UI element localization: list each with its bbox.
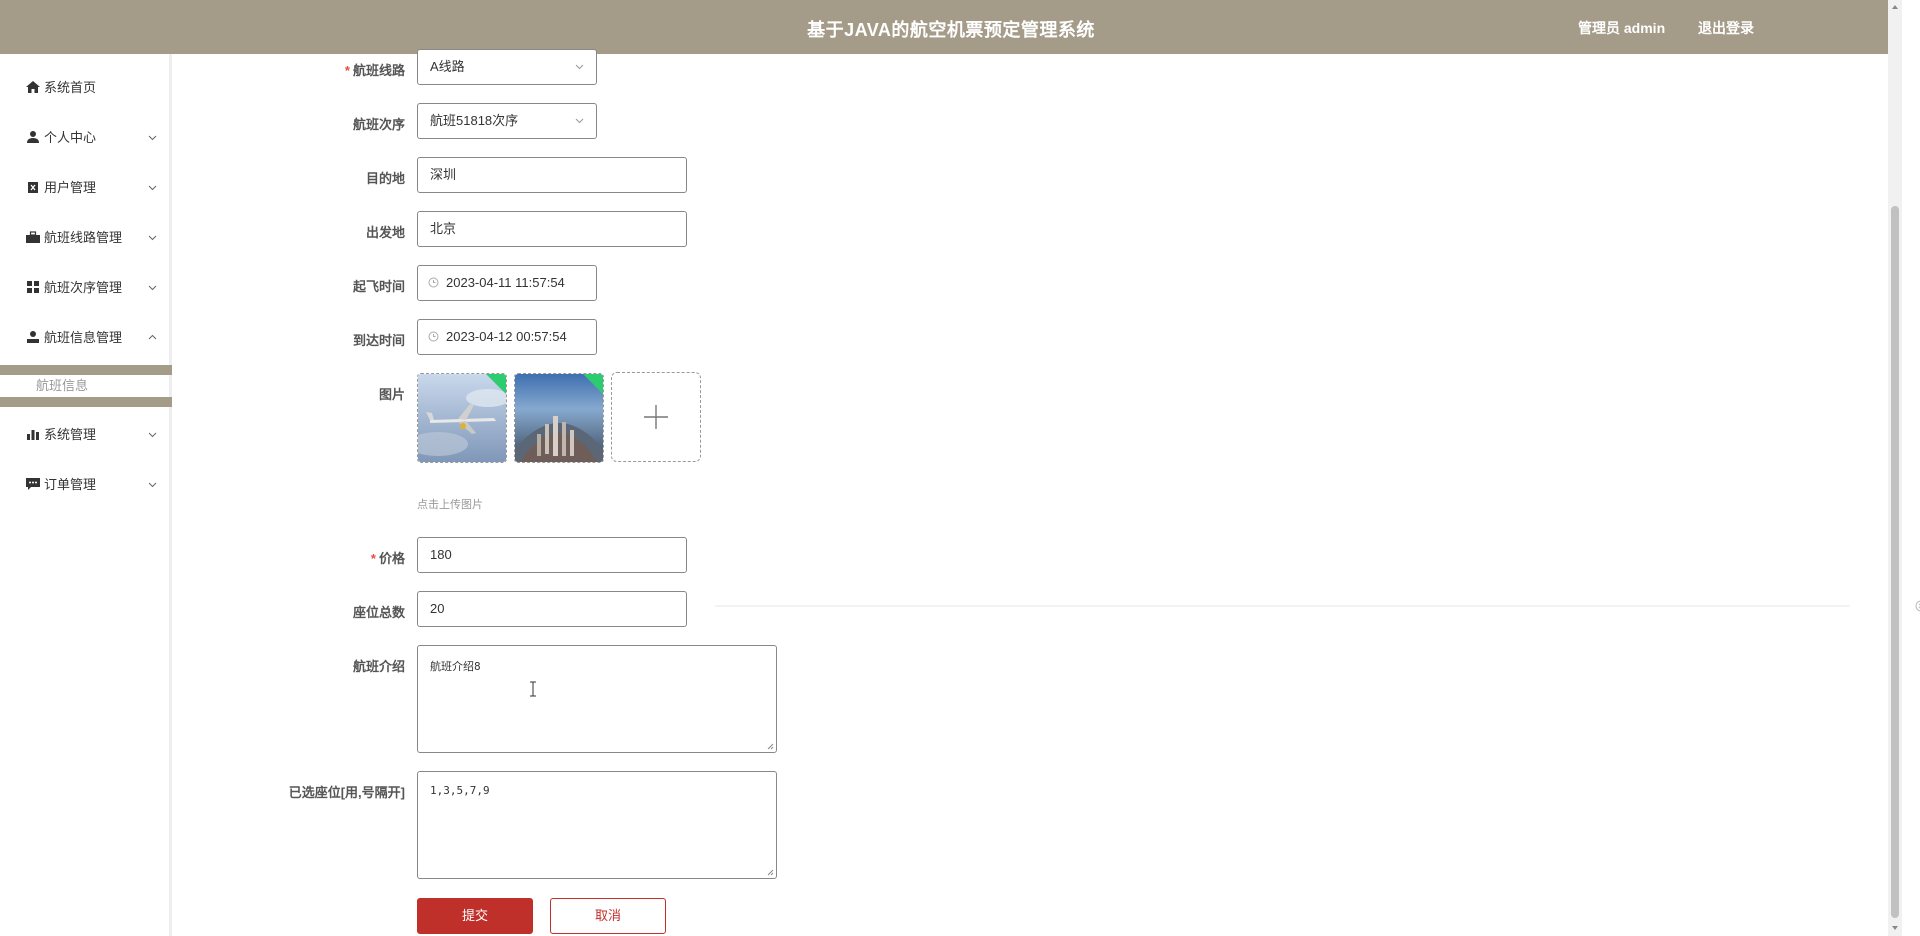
origin-input[interactable]: 北京 <box>417 211 687 247</box>
origin-label: 出发地 <box>365 225 405 240</box>
sidebar-item-label: 航班次序管理 <box>44 280 123 295</box>
selected-seats-value: 1,3,5,7,9 <box>430 784 490 797</box>
sidebar-item-label: 用户管理 <box>44 180 97 195</box>
person-icon <box>27 331 39 343</box>
selected-seats-textarea[interactable]: 1,3,5,7,9 <box>417 771 777 879</box>
route-label: * 航班线路 <box>344 63 405 78</box>
resize-grip-icon[interactable] <box>766 868 774 876</box>
image-upload-button[interactable] <box>611 372 701 462</box>
clock-icon <box>428 331 439 342</box>
price-label: * 价格 <box>370 551 405 566</box>
order-label: 航班次序 <box>352 117 405 132</box>
sidebar-item-orders[interactable]: 订单管理 <box>0 465 172 505</box>
chevron-up-icon <box>148 334 157 340</box>
order-value: 航班51818次序 <box>430 113 519 128</box>
order-select[interactable]: 航班51818次序 <box>417 103 597 139</box>
seats-input[interactable]: 20 <box>417 591 687 627</box>
sidebar-item-home[interactable]: 系统首页 <box>0 68 172 108</box>
text-cursor-icon <box>530 681 536 697</box>
chevron-down-icon <box>148 482 157 488</box>
chat-icon <box>26 478 40 490</box>
route-value: A线路 <box>430 59 465 74</box>
resize-grip-icon[interactable] <box>766 742 774 750</box>
submit-button[interactable]: 提交 <box>417 898 533 934</box>
sidebar-item-sequence[interactable]: 航班次序管理 <box>0 268 172 308</box>
clear-circle-icon[interactable] <box>1915 600 1920 612</box>
chevron-down-icon <box>148 432 157 438</box>
logout-link[interactable]: 退出登录 <box>1698 18 1754 38</box>
home-icon <box>26 81 40 93</box>
chevron-down-icon <box>148 235 157 241</box>
scroll-down-icon[interactable] <box>1891 924 1899 932</box>
destination-input[interactable]: 深圳 <box>417 157 687 193</box>
sidebar-item-label: 航班线路管理 <box>44 230 123 245</box>
intro-label: 航班介绍 <box>352 659 405 674</box>
chevron-down-icon <box>148 135 157 141</box>
sidebar-item-label: 个人中心 <box>44 130 97 145</box>
submenu-divider-top <box>0 365 172 375</box>
takeoff-datetime-picker[interactable]: 2023-04-11 11:57:54 <box>417 265 597 301</box>
route-select[interactable]: A线路 <box>417 49 597 85</box>
sidebar-item-users[interactable]: 用户管理 <box>0 168 172 208</box>
clock-icon <box>428 277 439 288</box>
main-form: * 航班线路 A线路 航班次序 航班51818次序 目的地 深圳 出发地 北京 起… <box>175 49 1920 936</box>
bar-chart-icon <box>27 430 39 440</box>
upload-success-badge <box>582 374 603 395</box>
sidebar-item-label: 订单管理 <box>44 477 97 492</box>
intro-value: 航班介绍8 <box>430 660 481 673</box>
sidebar-item-flight-info[interactable]: 航班信息管理 <box>0 318 172 358</box>
submenu-divider-bottom <box>0 397 172 407</box>
top-header: 基于JAVA的航空机票预定管理系统 管理员 admin 退出登录 <box>0 0 1902 54</box>
arrival-value: 2023-04-12 00:57:54 <box>446 329 567 344</box>
intro-textarea[interactable]: 航班介绍8 <box>417 645 777 753</box>
arrival-label: 到达时间 <box>352 333 405 348</box>
page-scrollbar[interactable] <box>1888 0 1902 936</box>
current-user: 管理员 admin <box>1578 20 1666 36</box>
chevron-down-icon <box>575 64 584 70</box>
destination-label: 目的地 <box>365 171 405 186</box>
sidebar-item-personal[interactable]: 个人中心 <box>0 118 172 158</box>
upload-success-badge <box>485 374 506 395</box>
user-icon <box>27 131 39 143</box>
sidebar-item-routes[interactable]: 航班线路管理 <box>0 218 172 258</box>
uploaded-image-city[interactable] <box>514 373 604 463</box>
selected-seats-label: 已选座位[用,号隔开] <box>288 785 405 800</box>
image-label: 图片 <box>378 387 405 402</box>
takeoff-label: 起飞时间 <box>352 279 405 294</box>
chevron-down-icon <box>575 118 584 124</box>
sidebar-item-label: 系统管理 <box>44 427 97 442</box>
chevron-down-icon <box>148 285 157 291</box>
briefcase-icon <box>26 231 40 243</box>
seats-label: 座位总数 <box>352 605 405 620</box>
clipboard-icon <box>28 182 38 193</box>
sidebar-menu: 系统首页 个人中心 用户管理 航班线路管理 航班次序管理 航班信息管理 航班信息… <box>0 54 172 936</box>
sidebar-item-system[interactable]: 系统管理 <box>0 415 172 455</box>
divider-line <box>715 605 1850 607</box>
scroll-up-icon[interactable] <box>1891 3 1899 11</box>
sidebar-subitem-flight-info[interactable]: 航班信息 <box>0 375 172 397</box>
uploaded-image-airplane[interactable] <box>417 373 507 463</box>
cancel-button[interactable]: 取消 <box>550 898 666 934</box>
price-input[interactable]: 180 <box>417 537 687 573</box>
arrival-datetime-picker[interactable]: 2023-04-12 00:57:54 <box>417 319 597 355</box>
chevron-down-icon <box>148 185 157 191</box>
takeoff-value: 2023-04-11 11:57:54 <box>446 275 565 290</box>
sidebar-item-label: 航班信息管理 <box>44 330 123 345</box>
scroll-thumb[interactable] <box>1891 206 1899 918</box>
grid-icon <box>27 281 39 293</box>
sidebar-item-label: 系统首页 <box>44 80 97 95</box>
upload-hint: 点击上传图片 <box>417 499 483 511</box>
plus-icon <box>644 405 668 429</box>
